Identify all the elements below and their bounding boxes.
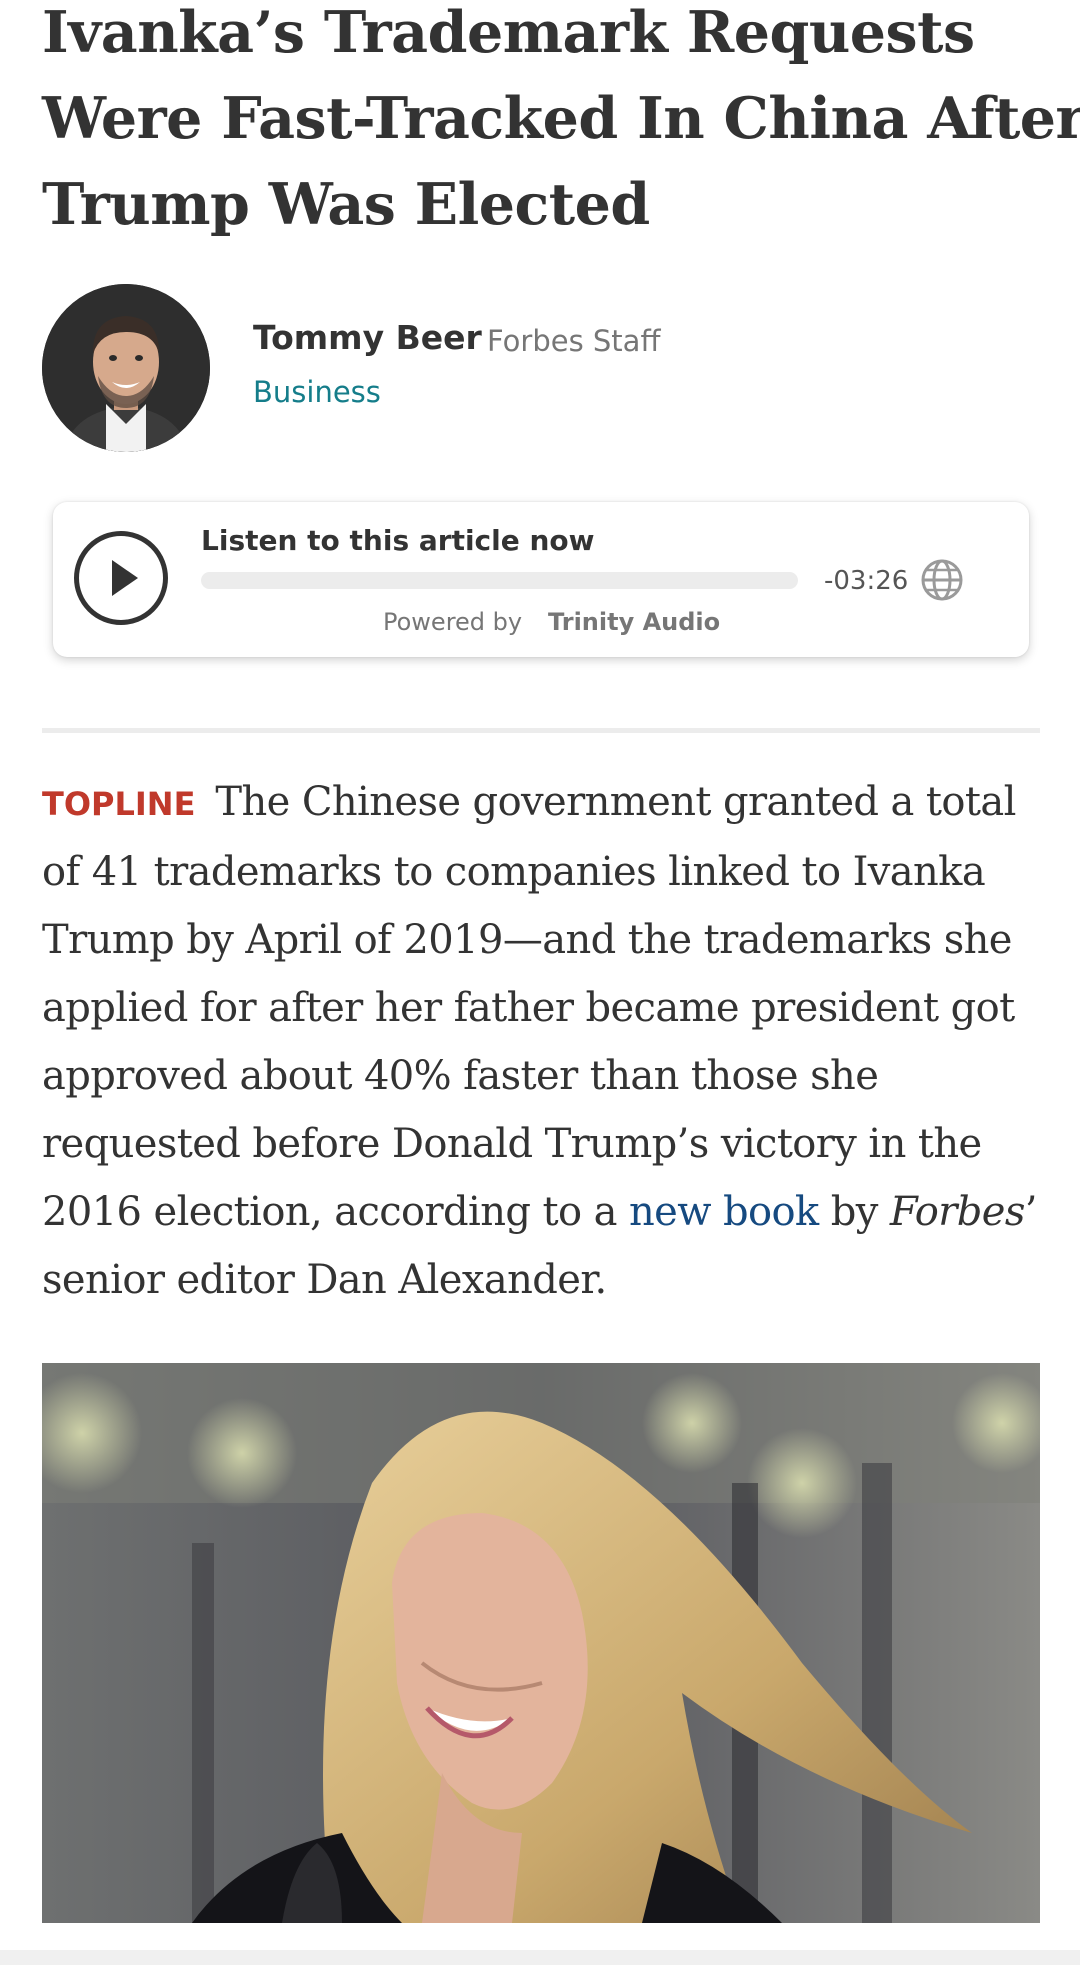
headline-line: Trump Was Elected — [42, 171, 650, 238]
author-role: Forbes Staff — [487, 324, 661, 358]
author-photo — [42, 284, 210, 452]
author-avatar[interactable] — [42, 284, 210, 452]
body-line: senior editor Dan Alexander. — [42, 1257, 607, 1303]
audio-progress-bar[interactable] — [201, 572, 798, 589]
article-body: TOPLINE The Chinese government granted a … — [42, 768, 1042, 1314]
powered-by-label: Powered by — [383, 608, 523, 636]
hero-photo — [42, 1363, 1040, 1923]
body-text-span: The Chinese government granted a total — [215, 779, 1016, 825]
body-line: of 41 trademarks to companies linked to … — [42, 849, 986, 895]
body-text-span: by — [818, 1189, 890, 1235]
globe-icon[interactable] — [920, 558, 964, 602]
play-button[interactable] — [74, 531, 168, 625]
headline-line: Were Fast-Tracked In China After — [42, 85, 1080, 152]
audio-time-remaining: -03:26 — [824, 566, 909, 596]
forbes-italic: Forbes — [889, 1189, 1026, 1235]
body-line: TOPLINE The Chinese government granted a … — [42, 768, 1042, 838]
audio-title: Listen to this article now — [201, 524, 595, 557]
article-headline: Ivanka’s Trademark Requests Were Fast-Tr… — [42, 0, 1080, 248]
page-bottom-edge — [0, 1950, 1080, 1965]
body-line: requested before Donald Trump’s victory … — [42, 1121, 982, 1167]
section-divider — [42, 728, 1040, 733]
trinity-audio-link[interactable]: Trinity Audio — [548, 608, 720, 636]
body-line: approved about 40% faster than those she — [42, 1053, 879, 1099]
article-hero-image[interactable] — [42, 1363, 1040, 1923]
audio-player: Listen to this article now -03:26 Powere… — [53, 502, 1029, 657]
section-link[interactable]: Business — [253, 375, 381, 409]
author-name[interactable]: Tommy Beer — [253, 318, 482, 357]
headline-line: Ivanka’s Trademark Requests — [42, 0, 975, 66]
body-line: Trump by April of 2019—and the trademark… — [42, 917, 1012, 963]
body-line: 2016 election, according to a new book b… — [42, 1178, 1042, 1246]
body-text-span: 2016 election, according to a — [42, 1189, 629, 1235]
new-book-link[interactable]: new book — [629, 1189, 819, 1235]
play-icon — [112, 560, 138, 596]
body-text-span: ’ — [1024, 1189, 1038, 1235]
body-line: applied for after her father became pres… — [42, 985, 1015, 1031]
topline-label: TOPLINE — [42, 785, 196, 823]
